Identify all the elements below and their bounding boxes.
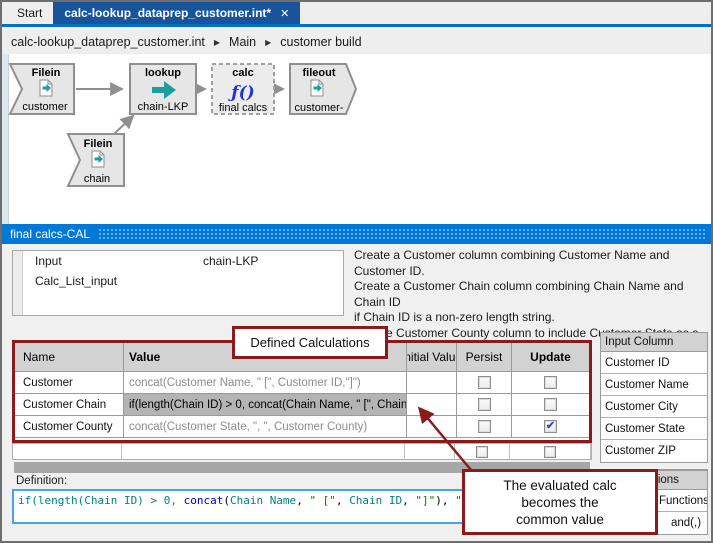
node-label: chain [84, 173, 110, 185]
persist-cell: ✔ [455, 444, 510, 459]
node-filein-customer[interactable]: Filein customer [10, 64, 74, 114]
input-column-item[interactable]: Customer ID [601, 352, 707, 374]
property-name: Calc_List_input [23, 274, 203, 288]
property-name: Input [23, 254, 203, 268]
column-header-name[interactable]: Name [15, 343, 124, 372]
node-label: customer [22, 101, 68, 113]
calc-value-cell[interactable] [122, 444, 405, 459]
node-title: Filein [32, 67, 61, 79]
node-lookup-chain-lkp[interactable]: lookup chain-LKP [130, 64, 196, 114]
update-cell: ✔ [510, 444, 591, 459]
tab-start-label: Start [17, 6, 42, 20]
defined-calculations-callout: Defined Calculations [232, 326, 388, 359]
row-selector-column [13, 251, 23, 315]
node-label: chain-LKP [138, 101, 189, 113]
node-title: Filein [84, 138, 113, 150]
property-row-calc-list-input[interactable]: Calc_List_input [23, 271, 343, 291]
update-cell: ✔ [512, 394, 589, 416]
persist-cell: ✔ [457, 416, 512, 438]
update-checkbox[interactable]: ✔ [544, 376, 557, 389]
evaluated-calc-callout: The evaluated calc becomes the common va… [462, 469, 658, 535]
panel-title: final calcs-CAL [2, 227, 98, 241]
application-window: Start calc-lookup_dataprep_customer.int*… [0, 0, 713, 543]
calc-name-cell[interactable]: Customer County [15, 416, 124, 438]
input-column-item[interactable]: Customer State [601, 418, 707, 440]
fileout-icon [311, 80, 323, 96]
tab-strip: Start calc-lookup_dataprep_customer.int*… [2, 2, 711, 27]
calc-value-cell[interactable]: concat(Customer Name, " [", Customer ID,… [124, 372, 407, 394]
input-column-panel: Input Column Customer ID Customer Name C… [600, 332, 708, 463]
update-checkbox[interactable]: ✔ [544, 420, 557, 433]
definition-label: Definition: [16, 475, 67, 487]
node-label: customer- [295, 102, 344, 114]
persist-checkbox[interactable]: ✔ [478, 398, 491, 411]
panel-title-bar: final calcs-CAL [2, 224, 711, 244]
calc-value-cell-selected[interactable]: if(length(Chain ID) > 0, concat(Chain Na… [124, 394, 407, 416]
calc-name-cell[interactable]: Customer [15, 372, 124, 394]
persist-checkbox[interactable]: ✔ [478, 420, 491, 433]
update-cell: ✔ [512, 416, 589, 438]
node-title: calc [232, 67, 253, 79]
initial-value-cell[interactable] [407, 416, 457, 438]
breadcrumb-arrow-icon: ▶ [214, 38, 220, 47]
breadcrumb: calc-lookup_dataprep_customer.int ▶ Main… [2, 30, 711, 54]
tab-start[interactable]: Start [6, 2, 53, 24]
node-title: fileout [303, 67, 336, 79]
table-row: Customer Chain if(length(Chain ID) > 0, … [15, 394, 589, 416]
dataflow-canvas[interactable]: Filein customer lookup chain-LKP calc ƒ(… [2, 54, 711, 224]
initial-value-cell[interactable] [407, 372, 457, 394]
column-header-update[interactable]: Update [512, 343, 589, 372]
breadcrumb-item-document[interactable]: calc-lookup_dataprep_customer.int [11, 35, 205, 49]
calc-name-cell[interactable]: Customer Chain [15, 394, 124, 416]
input-column-item[interactable]: Customer ZIP [601, 440, 707, 462]
property-row-input[interactable]: Input chain-LKP [23, 251, 343, 271]
initial-value-cell[interactable] [407, 394, 457, 416]
calc-name-cell[interactable] [13, 444, 122, 459]
close-icon[interactable]: ✕ [280, 7, 289, 20]
update-checkbox[interactable]: ✔ [544, 446, 556, 458]
breadcrumb-item-customer-build[interactable]: customer build [280, 35, 361, 49]
dataflow-graph: Filein customer lookup chain-LKP calc ƒ(… [2, 54, 713, 224]
filein-icon [40, 80, 52, 96]
calc-value-cell[interactable]: concat(Customer State, ", ", Customer Co… [124, 416, 407, 438]
node-title: lookup [145, 67, 181, 79]
dotted-pattern [98, 228, 707, 240]
node-label: final calcs [219, 102, 268, 114]
persist-checkbox[interactable]: ✔ [478, 376, 491, 389]
update-cell: ✔ [512, 372, 589, 394]
persist-cell: ✔ [457, 372, 512, 394]
input-column-item[interactable]: Customer City [601, 396, 707, 418]
node-filein-chain[interactable]: Filein chain [68, 134, 124, 186]
tab-active-label: calc-lookup_dataprep_customer.int* [64, 6, 271, 20]
table-row: Customer County concat(Customer State, "… [15, 416, 589, 438]
update-checkbox[interactable]: ✔ [544, 398, 557, 411]
table-row: Customer concat(Customer Name, " [", Cus… [15, 372, 589, 394]
calc-function-icon: ƒ() [227, 83, 254, 103]
persist-cell: ✔ [457, 394, 512, 416]
input-column-header: Input Column [601, 333, 707, 352]
tab-active-document[interactable]: calc-lookup_dataprep_customer.int* ✕ [53, 2, 300, 24]
node-fileout-customer[interactable]: fileout customer- [290, 64, 356, 114]
column-header-persist[interactable]: Persist [457, 343, 512, 372]
properties-grid[interactable]: Input chain-LKP Calc_List_input [12, 250, 344, 316]
check-icon: ✔ [546, 421, 555, 432]
breadcrumb-item-main[interactable]: Main [229, 35, 256, 49]
column-header-initial-value[interactable]: Initial Value [407, 343, 457, 372]
initial-value-cell[interactable] [405, 444, 455, 459]
persist-checkbox[interactable]: ✔ [476, 446, 488, 458]
table-empty-row: ✔ ✔ [12, 443, 592, 460]
input-column-item[interactable]: Customer Name [601, 374, 707, 396]
property-value[interactable]: chain-LKP [203, 254, 343, 268]
breadcrumb-arrow-icon: ▶ [265, 38, 271, 47]
node-calc-final-calcs[interactable]: calc ƒ() final calcs [212, 64, 274, 114]
filein-icon [92, 151, 104, 167]
